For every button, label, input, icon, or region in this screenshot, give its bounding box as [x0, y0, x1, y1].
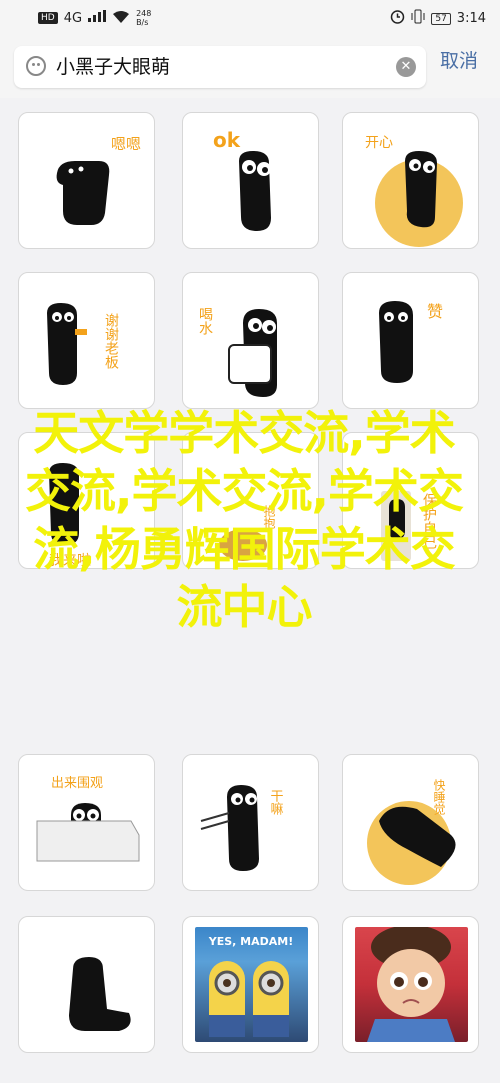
emoji-icon[interactable] [26, 56, 46, 76]
search-input[interactable] [56, 46, 396, 88]
sticker-caption: 快睡觉 [432, 779, 446, 816]
sticker-caption: 出来围观 [51, 776, 103, 791]
sticker-item[interactable]: 谢谢老板 [18, 272, 155, 409]
sticker-item[interactable]: 赞 [342, 272, 479, 409]
sticker-caption: 赞 [427, 302, 443, 321]
sticker-item[interactable]: 快睡觉 [342, 754, 479, 891]
sticker-caption: 干嘛 [268, 789, 284, 815]
cancel-button[interactable]: 取消 [440, 46, 478, 73]
sticker-caption: 嗯嗯 [111, 135, 141, 153]
sticker-caption: ok [213, 128, 241, 152]
network-speed: 248 B/s [136, 9, 151, 27]
clear-icon[interactable]: ✕ [396, 57, 416, 77]
sticker-item[interactable]: 开心 [342, 112, 479, 249]
sticker-item[interactable]: 喝水 [182, 272, 319, 409]
battery-level: 57 [431, 12, 451, 25]
hd-badge: HD [38, 12, 58, 24]
sticker-item[interactable]: 干嘛 [182, 754, 319, 891]
agnes-photo [355, 927, 468, 1042]
network-indicator: 4G [63, 10, 83, 26]
search-header: ✕ [0, 36, 500, 98]
wifi-icon [112, 10, 130, 27]
sticker-caption: YES, MADAM! [208, 935, 293, 948]
sticker-item[interactable] [342, 916, 479, 1053]
minions-photo: YES, MADAM! [195, 927, 308, 1042]
alarm-icon [390, 9, 405, 28]
sticker-item[interactable]: YES, MADAM! [182, 916, 319, 1053]
sticker-item[interactable]: 嗯嗯 [18, 112, 155, 249]
speed-value: 248 [136, 9, 152, 18]
sticker-caption: 谢谢老板 [103, 313, 119, 369]
status-time: 3:14 [456, 11, 486, 26]
status-bar: HD 4G 248 B/s 57 3:14 [0, 0, 500, 36]
sticker-item[interactable]: ok [182, 112, 319, 249]
bottom-edge [0, 1062, 500, 1083]
sticker-caption: 开心 [365, 135, 393, 151]
sticker-item[interactable] [18, 916, 155, 1053]
search-box[interactable]: ✕ [14, 46, 426, 88]
vibrate-icon [411, 9, 425, 28]
signal-icon [88, 10, 107, 26]
sticker-caption: 喝水 [197, 307, 213, 335]
sticker-item[interactable]: 出来围观 [18, 754, 155, 891]
speed-unit: B/s [136, 18, 149, 27]
overlay-watermark-text: 天文学学术交流,学术交流,学术交流,学术交流,杨勇辉国际学术交流中心 [25, 406, 464, 634]
